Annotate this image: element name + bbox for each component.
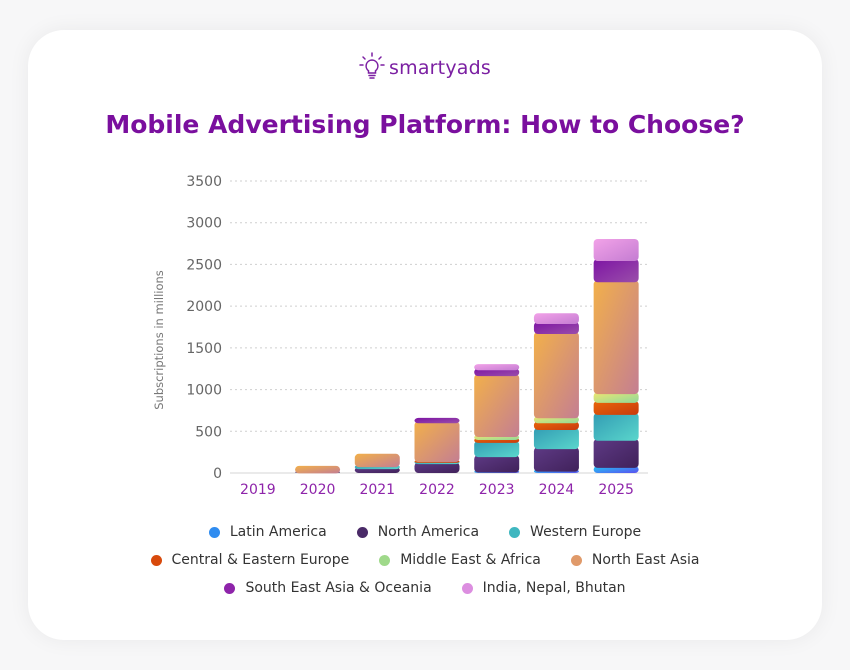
y-tick-label: 2000 — [186, 299, 222, 315]
legend-marker-icon — [150, 554, 162, 566]
y-tick-label: 500 — [195, 424, 222, 440]
y-tick-label: 3500 — [186, 174, 222, 190]
legend-item: Western Europe — [509, 524, 641, 540]
legend-marker-icon — [356, 526, 368, 538]
legend-marker-icon — [224, 582, 236, 594]
legend-item: Central & Eastern Europe — [150, 552, 350, 568]
stacked-bar-chart: 0 500 1000 1500 2000 2500 3000 3500 Subscription… — [152, 174, 648, 498]
legend-label: Middle East & Africa — [400, 552, 541, 568]
legend-item: North America — [356, 524, 480, 540]
legend-label: India, Nepal, Bhutan — [482, 580, 626, 596]
legend-item: South East Asia & Oceania — [224, 580, 432, 596]
legend-marker-icon — [509, 526, 521, 538]
bar-segment-north-east-asia-2025 — [593, 280, 639, 395]
legend-label: North America — [377, 524, 480, 540]
bar-segment-north-america-2025 — [593, 438, 639, 468]
bar-segment-south-east-asia-oceania-2022 — [414, 417, 460, 424]
x-tick-label: 2023 — [479, 482, 515, 498]
legend-label: Central & Eastern Europe — [171, 552, 350, 568]
bar-segment-north-east-asia-2022 — [414, 421, 460, 463]
bar-segment-western-europe-2024 — [533, 427, 579, 450]
x-tick-label: 2024 — [539, 482, 575, 498]
bar-segment-north-east-asia-2020 — [295, 465, 341, 474]
bar-segment-india-nepal-bhutan-2023 — [474, 364, 520, 371]
x-tick-label: 2022 — [419, 482, 455, 498]
legend-label: Western Europe — [530, 524, 642, 540]
y-tick-label: 2500 — [186, 257, 222, 273]
bar-segment-central-eastern-europe-2025 — [593, 400, 639, 415]
bar-segment-north-east-asia-2024 — [533, 332, 579, 419]
bar-segment-north-east-asia-2021 — [354, 453, 400, 468]
x-tick-label: 2021 — [359, 482, 395, 498]
legend-marker-icon — [379, 554, 391, 566]
x-tick-label: 2020 — [300, 482, 336, 498]
x-tick-label: 2025 — [598, 482, 634, 498]
bar-segment-western-europe-2025 — [593, 412, 639, 441]
bar-segment-north-america-2023 — [474, 455, 520, 473]
legend-item: Latin America — [208, 524, 327, 540]
y-tick-label: 1500 — [186, 341, 222, 357]
legend-marker-icon — [570, 554, 582, 566]
legend-marker-icon — [461, 582, 473, 594]
y-axis-label: Subscriptions in millions — [152, 270, 166, 410]
legend-item: India, Nepal, Bhutan — [461, 580, 626, 596]
y-tick-label: 0 — [213, 466, 222, 482]
legend-row: Central & Eastern Europe Middle East & Af… — [0, 552, 850, 568]
legend-row: South East Asia & Oceania India, Nepal, B… — [0, 580, 850, 596]
bar-segment-north-america-2024 — [533, 447, 579, 472]
legend-item: North East Asia — [570, 552, 700, 568]
legend-label: North East Asia — [591, 552, 700, 568]
bar-segment-india-nepal-bhutan-2024 — [533, 313, 579, 324]
y-tick-label: 1000 — [186, 383, 222, 399]
bar-segment-india-nepal-bhutan-2025 — [593, 238, 639, 262]
legend-label: South East Asia & Oceania — [245, 580, 432, 596]
legend-marker-icon — [208, 526, 220, 538]
bar-segment-south-east-asia-oceania-2025 — [593, 259, 639, 283]
bar-segment-western-europe-2023 — [474, 440, 520, 458]
legend-row: Latin America North America Western Europe — [0, 524, 850, 540]
legend-label: Latin America — [229, 524, 327, 540]
legend-item: Middle East & Africa — [379, 552, 541, 568]
y-tick-label: 3000 — [186, 216, 222, 232]
x-tick-label: 2019 — [240, 482, 276, 498]
bar-segment-north-east-asia-2023 — [474, 374, 520, 438]
